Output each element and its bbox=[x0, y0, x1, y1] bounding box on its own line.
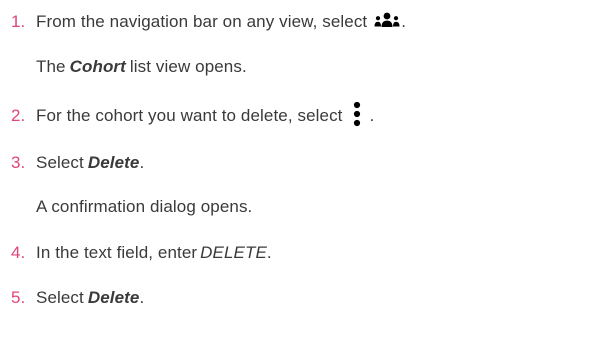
step-text: From the navigation bar on any view, sel… bbox=[36, 11, 406, 34]
step-instruction: From the navigation bar on any view, sel… bbox=[36, 12, 368, 31]
step-result: A confirmation dialog opens. bbox=[36, 197, 253, 216]
step-instruction: For the cohort you want to delete, selec… bbox=[36, 106, 343, 125]
step-instruction: Select bbox=[36, 288, 84, 307]
step-instruction: In the text field, enter bbox=[36, 243, 198, 262]
step-instruction: Select bbox=[36, 153, 84, 172]
step-punctuation: . bbox=[139, 153, 145, 172]
people-group-icon bbox=[373, 11, 401, 34]
input-value-delete: DELETE bbox=[200, 243, 267, 262]
step-number: 4. bbox=[11, 243, 26, 262]
step-text: For the cohort you want to delete, selec… bbox=[36, 101, 374, 132]
ui-term-delete: Delete bbox=[87, 153, 140, 172]
step-number: 5. bbox=[11, 288, 26, 307]
step-number: 2. bbox=[11, 106, 26, 125]
step-punctuation: . bbox=[266, 243, 272, 262]
ui-term-delete: Delete bbox=[87, 288, 140, 307]
step-number: 1. bbox=[11, 12, 26, 31]
step-punctuation: . bbox=[139, 288, 145, 307]
vertical-ellipsis-icon bbox=[352, 101, 362, 132]
procedure-steps: 1. From the navigation bar on any view, … bbox=[0, 0, 595, 340]
ui-term-cohort: Cohort bbox=[69, 57, 126, 76]
step-punctuation: . bbox=[401, 12, 407, 31]
step-text: Select Delete. bbox=[36, 288, 144, 308]
step-text: Select Delete. bbox=[36, 153, 144, 173]
step-number: 3. bbox=[11, 153, 26, 172]
step-text: In the text field, enter DELETE. bbox=[36, 243, 272, 263]
step-result: The Cohort list view opens. bbox=[36, 57, 247, 76]
step-punctuation: . bbox=[369, 106, 375, 125]
